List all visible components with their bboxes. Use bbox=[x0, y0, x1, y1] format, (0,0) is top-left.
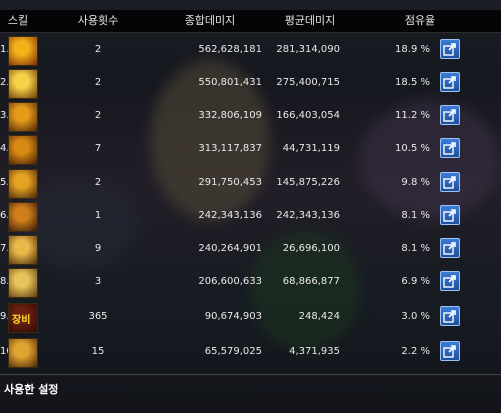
total-damage: 332,806,109 bbox=[198, 110, 262, 121]
vortex-icon bbox=[8, 202, 38, 232]
share-button[interactable] bbox=[440, 138, 460, 158]
share-icon bbox=[443, 109, 456, 122]
average-damage: 44,731,119 bbox=[282, 143, 340, 154]
average-damage: 145,875,226 bbox=[276, 177, 340, 188]
average-damage: 26,696,100 bbox=[282, 243, 340, 254]
total-damage: 313,117,837 bbox=[198, 143, 262, 154]
share-button[interactable] bbox=[440, 105, 460, 125]
average-damage: 166,403,054 bbox=[276, 110, 340, 121]
spiral-icon bbox=[8, 235, 38, 265]
table-row: 5. 2 291,750,453 145,875,226 9.8 % bbox=[0, 169, 501, 199]
share-percent: 6.9 % bbox=[401, 276, 430, 287]
average-damage: 4,371,935 bbox=[289, 346, 340, 357]
share-percent: 9.8 % bbox=[401, 177, 430, 188]
total-damage: 90,674,903 bbox=[204, 311, 262, 322]
header-share: 점유율 bbox=[404, 14, 436, 27]
share-icon bbox=[443, 275, 456, 288]
header-avg: 평균데미지 bbox=[284, 14, 336, 27]
share-percent: 2.2 % bbox=[401, 346, 430, 357]
used-settings-label[interactable]: 사용한 설정 bbox=[4, 381, 58, 397]
uses-count: 2 bbox=[94, 77, 102, 88]
total-damage: 291,750,453 bbox=[198, 177, 262, 188]
average-damage: 248,424 bbox=[298, 311, 340, 322]
flame-ring-icon bbox=[8, 169, 38, 199]
share-button[interactable] bbox=[440, 306, 460, 326]
share-icon bbox=[443, 142, 456, 155]
total-damage: 242,343,136 bbox=[198, 210, 262, 221]
share-button[interactable] bbox=[440, 72, 460, 92]
table-header: 스킬 사용횟수 종합데미지 평균데미지 점유율 bbox=[0, 10, 501, 33]
equipment-icon: 장비 bbox=[8, 303, 38, 333]
uses-count: 3 bbox=[94, 276, 102, 287]
share-icon bbox=[443, 310, 456, 323]
table-row: 7. 9 240,264,901 26,696,100 8.1 % bbox=[0, 235, 501, 265]
uses-count: 2 bbox=[94, 177, 102, 188]
total-damage: 240,264,901 bbox=[198, 243, 262, 254]
total-damage: 562,628,181 bbox=[198, 44, 262, 55]
uses-count: 365 bbox=[88, 311, 108, 322]
pillars-icon bbox=[8, 135, 38, 165]
table-row: 9. 장비 365 90,674,903 248,424 3.0 % bbox=[0, 303, 501, 333]
header-uses: 사용횟수 bbox=[77, 14, 119, 27]
total-damage: 206,600,633 bbox=[198, 276, 262, 287]
share-percent: 3.0 % bbox=[401, 311, 430, 322]
share-button[interactable] bbox=[440, 341, 460, 361]
table-row: 4. 7 313,117,837 44,731,119 10.5 % bbox=[0, 135, 501, 165]
share-button[interactable] bbox=[440, 238, 460, 258]
share-percent: 18.9 % bbox=[395, 44, 430, 55]
uses-count: 7 bbox=[94, 143, 102, 154]
share-percent: 10.5 % bbox=[395, 143, 430, 154]
dragon-icon bbox=[8, 338, 38, 368]
average-damage: 275,400,715 bbox=[276, 77, 340, 88]
table-row: 3. 2 332,806,109 166,403,054 11.2 % bbox=[0, 102, 501, 132]
sun-burst-icon bbox=[8, 36, 38, 66]
uses-count: 15 bbox=[91, 346, 105, 357]
share-button[interactable] bbox=[440, 172, 460, 192]
average-damage: 242,343,136 bbox=[276, 210, 340, 221]
total-damage: 550,801,431 bbox=[198, 77, 262, 88]
table-row: 8. 3 206,600,633 68,866,877 6.9 % bbox=[0, 268, 501, 298]
average-damage: 281,314,090 bbox=[276, 44, 340, 55]
share-icon bbox=[443, 176, 456, 189]
swirl-icon bbox=[8, 102, 38, 132]
total-damage: 65,579,025 bbox=[204, 346, 262, 357]
share-icon bbox=[443, 76, 456, 89]
share-percent: 11.2 % bbox=[395, 110, 430, 121]
share-button[interactable] bbox=[440, 205, 460, 225]
uses-count: 9 bbox=[94, 243, 102, 254]
share-icon bbox=[443, 242, 456, 255]
uses-count: 1 bbox=[94, 210, 102, 221]
uses-count: 2 bbox=[94, 44, 102, 55]
share-percent: 18.5 % bbox=[395, 77, 430, 88]
table-row: 1. 2 562,628,181 281,314,090 18.9 % bbox=[0, 36, 501, 66]
share-icon bbox=[443, 43, 456, 56]
golden-orb-icon bbox=[8, 69, 38, 99]
table-row: 6. 1 242,343,136 242,343,136 8.1 % bbox=[0, 202, 501, 232]
wings-icon bbox=[8, 268, 38, 298]
table-row: 2. 2 550,801,431 275,400,715 18.5 % bbox=[0, 69, 501, 99]
share-icon bbox=[443, 209, 456, 222]
uses-count: 2 bbox=[94, 110, 102, 121]
share-percent: 8.1 % bbox=[401, 243, 430, 254]
share-button[interactable] bbox=[440, 39, 460, 59]
share-button[interactable] bbox=[440, 271, 460, 291]
header-skill: 스킬 bbox=[7, 14, 29, 27]
table-row: 10. 15 65,579,025 4,371,935 2.2 % bbox=[0, 338, 501, 368]
share-percent: 8.1 % bbox=[401, 210, 430, 221]
divider bbox=[0, 374, 501, 375]
share-icon bbox=[443, 345, 456, 358]
equipment-label: 장비 bbox=[12, 315, 31, 326]
header-total: 종합데미지 bbox=[184, 14, 236, 27]
average-damage: 68,866,877 bbox=[282, 276, 340, 287]
